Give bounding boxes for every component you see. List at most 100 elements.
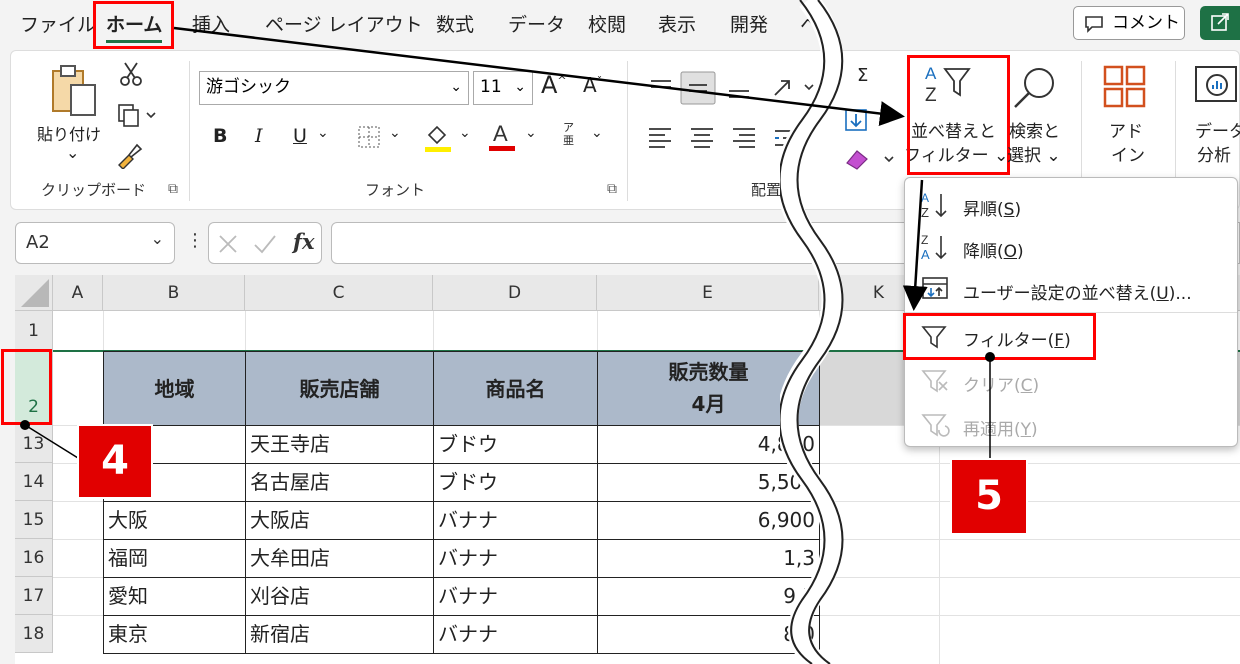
menu-item-clear[interactable]: クリア(C) [905,360,1237,402]
cell-product[interactable]: バナナ [433,501,598,540]
format-painter-icon[interactable] [115,141,143,169]
cell-region[interactable]: 東京 [103,615,246,654]
font-size-dropdown[interactable]: 11 ⌄ [473,71,533,105]
font-launcher-icon[interactable]: ⧉ [607,181,617,197]
analyze-data-label-2[interactable]: 分析 [1197,141,1231,166]
cell-product[interactable]: バナナ [433,577,598,616]
cell-product[interactable]: バナナ [433,539,598,578]
gridline [53,539,103,540]
fill-color-icon[interactable] [423,121,453,153]
bold-button[interactable]: B [213,125,227,147]
cell-store[interactable]: 大牟田店 [245,539,434,578]
paste-button[interactable]: 貼り付け [37,121,101,145]
menu-item-sort-descending[interactable]: ZA 降順(O) [905,226,1237,268]
insert-function-button[interactable]: fx [293,229,315,254]
header-cell-store[interactable]: 販売店舗 [245,351,434,426]
tab-view[interactable]: 表示 [658,8,696,42]
clear-filter-icon [921,370,948,393]
row-header-13[interactable]: 13 [15,425,53,463]
cell-product[interactable]: バナナ [433,615,598,654]
font-name-dropdown[interactable]: 游ゴシック ⌄ [199,71,469,105]
underline-button[interactable]: U [293,125,307,147]
menu-item-reapply[interactable]: 再適用(Y) [905,404,1237,446]
cut-icon[interactable] [119,61,143,87]
svg-text:A: A [493,121,508,146]
chevron-down-icon[interactable]: ⌄ [151,229,164,248]
column-header-d[interactable]: D [433,275,597,311]
name-box[interactable]: A2 ⌄ [15,222,175,264]
cell-region[interactable]: 大阪 [103,501,246,540]
cell-store[interactable]: 天王寺店 [245,425,434,464]
select-all-corner[interactable] [15,275,53,311]
tab-insert[interactable]: 挿入 [192,8,230,42]
paste-dropdown-chevron[interactable]: ⌄ [66,143,79,162]
row-header-15[interactable]: 15 [15,501,53,539]
row-header-16[interactable]: 16 [15,539,53,577]
column-header-c[interactable]: C [245,275,433,311]
tab-page-layout[interactable]: ページ レイアウト [265,8,423,42]
clipboard-group-label: クリップボード [41,181,147,199]
column-header-a[interactable]: A [53,275,103,311]
shrink-font-icon[interactable]: Aˇ [583,73,602,97]
analyze-data-label-1[interactable]: データ [1195,117,1240,142]
italic-button[interactable]: I [255,125,263,147]
menu-item-sort-ascending[interactable]: AZ 昇順(S) [905,184,1237,226]
addins-label-1[interactable]: アド [1109,117,1143,142]
phonetic-guide-icon[interactable]: ア亜 [563,121,574,147]
grow-font-icon[interactable]: A^ [541,71,567,99]
font-color-icon[interactable]: A [487,119,517,153]
search-icon [1014,68,1054,108]
sort-filter-button[interactable] [907,55,1010,175]
cell-region[interactable]: 福岡 [103,539,246,578]
borders-icon[interactable] [357,125,383,149]
enter-check-icon[interactable] [253,233,277,255]
gridline [819,463,1240,464]
svg-text:A: A [921,191,929,205]
access-key: S [1003,200,1015,220]
tab-review[interactable]: 校閲 [588,8,626,42]
row-header-14[interactable]: 14 [15,463,53,501]
font-size-value: 11 [480,77,502,97]
clipboard-launcher-icon[interactable]: ⧉ [168,181,178,197]
find-select-label-1[interactable]: 検索と [1009,117,1060,142]
filter-item-highlight [903,313,1096,360]
header-cell-product[interactable]: 商品名 [433,351,598,426]
tab-developer[interactable]: 開発 [730,8,768,42]
share-icon [1211,13,1229,31]
header-cell-region[interactable]: 地域 [103,351,246,426]
gridline [819,577,1240,578]
tab-data[interactable]: データ [508,8,565,42]
svg-text:A: A [921,247,930,262]
chevron-down-icon[interactable]: ⌄ [591,125,603,141]
comment-button[interactable]: コメント [1073,6,1185,40]
row-header-17[interactable]: 17 [15,577,53,615]
addins-label-2[interactable]: イン [1111,141,1145,166]
gridline [53,577,103,578]
cell-store[interactable]: 名古屋店 [245,463,434,502]
row-header-18[interactable]: 18 [15,615,53,653]
sort-ascending-icon: AZ [921,191,947,220]
chevron-down-icon[interactable]: ⌄ [525,125,537,141]
share-button[interactable] [1200,6,1240,40]
column-header-b[interactable]: B [103,275,245,311]
find-select-label-2[interactable]: 選択 ⌄ [1007,141,1061,166]
cancel-icon[interactable] [217,233,239,255]
chevron-down-icon: ⌄ [450,79,462,95]
gridline [245,311,246,351]
chevron-down-icon[interactable]: ⌄ [389,125,401,141]
cell-product[interactable]: ブドウ [433,463,598,502]
cell-store[interactable]: 刈谷店 [245,577,434,616]
copy-icon[interactable] [117,103,157,129]
tab-file[interactable]: ファイル [20,8,96,42]
menu-item-custom-sort[interactable]: ユーザー設定の並べ替え(U)... [905,268,1237,310]
cell-region[interactable]: 愛知 [103,577,246,616]
tab-formulas[interactable]: 数式 [436,8,474,42]
gridline [819,539,1240,540]
chevron-down-icon[interactable]: ⌄ [459,125,471,141]
cell-product[interactable]: ブドウ [433,425,598,464]
more-options-icon[interactable]: ⋮ [186,230,204,251]
cell-store[interactable]: 新宿店 [245,615,434,654]
row-header-1[interactable]: 1 [15,311,53,351]
chevron-down-icon[interactable]: ⌄ [317,125,329,141]
cell-store[interactable]: 大阪店 [245,501,434,540]
